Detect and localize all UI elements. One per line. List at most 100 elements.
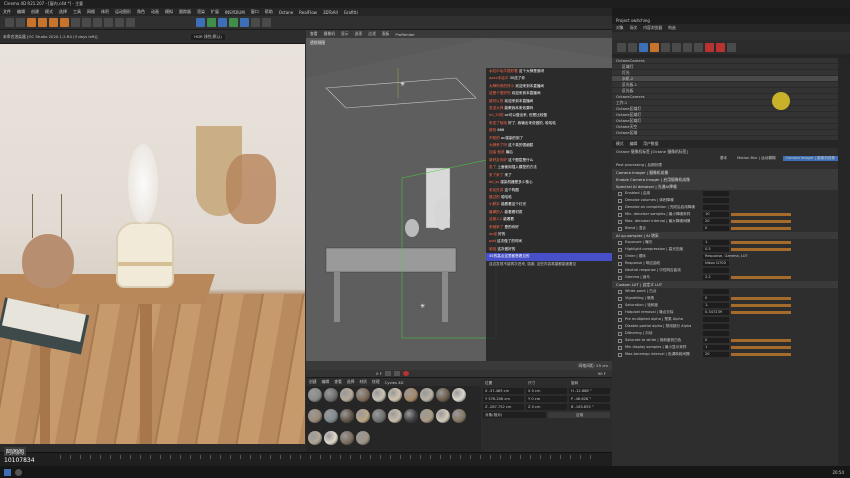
material-menu-item[interactable]: Cycles 4D (385, 380, 404, 385)
checkbox[interactable] (618, 303, 622, 308)
checkbox[interactable] (618, 247, 622, 252)
checkbox[interactable] (618, 205, 622, 210)
attribute-value[interactable]: 1. (703, 303, 729, 308)
coord-field[interactable]: Z -287.752 cm (483, 404, 524, 410)
attribute-slider[interactable] (731, 353, 791, 356)
material-swatch[interactable] (404, 409, 418, 424)
menu-item[interactable]: 扩展 (208, 9, 222, 15)
menu-item[interactable]: 网格 (84, 9, 98, 15)
z-axis-icon[interactable] (93, 18, 102, 27)
search-icon[interactable] (15, 468, 22, 476)
octane-camera-icon[interactable] (661, 42, 670, 52)
octane-texture-icon[interactable] (694, 42, 703, 52)
light-icon[interactable] (262, 18, 271, 27)
checkbox[interactable] (618, 352, 622, 357)
attribute-slider[interactable] (731, 276, 791, 279)
attribute-scrollbar[interactable] (838, 58, 850, 466)
viewport-menu-item[interactable]: 查看 (310, 31, 318, 37)
material-swatch[interactable] (388, 409, 402, 424)
checkbox[interactable] (618, 254, 622, 259)
menu-item[interactable]: 跟踪器 (176, 9, 194, 15)
octane-live-icon[interactable] (727, 42, 736, 52)
material-menu-item[interactable]: 纹理 (372, 379, 380, 385)
select-icon[interactable] (27, 18, 36, 27)
viewport-menu-item[interactable]: 摄像机 (324, 31, 335, 37)
cube-icon[interactable] (196, 18, 205, 27)
menu-item[interactable]: 选择 (56, 9, 70, 15)
coord-field[interactable]: X -37.489 cm (483, 388, 524, 394)
spline-icon[interactable] (207, 18, 216, 27)
material-swatch[interactable] (452, 409, 466, 424)
checkbox[interactable] (618, 338, 622, 343)
attribute-value[interactable]: Nikon D700 (703, 261, 729, 266)
menu-item[interactable]: 文件 (0, 9, 14, 15)
y-axis-icon[interactable] (82, 18, 91, 27)
coord-mode-select[interactable]: 对象(相对) (483, 412, 546, 418)
attribute-value[interactable] (703, 205, 729, 210)
attribute-value[interactable]: 0 (703, 226, 729, 231)
menu-item[interactable]: 渲染 (194, 9, 208, 15)
octane-material-icon[interactable] (650, 42, 659, 52)
material-swatch[interactable] (452, 388, 466, 402)
material-swatch[interactable] (340, 388, 354, 402)
attribute-section[interactable]: Spectral AI denoiser | 光谱AI降噪 (612, 183, 838, 190)
menu-item[interactable]: 工具 (70, 9, 84, 15)
attribute-section[interactable]: AI up-sampler | AI 增采 (612, 232, 838, 239)
material-swatch[interactable] (308, 388, 322, 402)
material-menu-item[interactable]: 编辑 (322, 379, 330, 385)
play-button[interactable] (384, 371, 391, 376)
menu-item[interactable]: 动画 (148, 9, 162, 15)
x-axis-icon[interactable] (71, 18, 80, 27)
attribute-value[interactable]: 0 (703, 338, 729, 343)
checkbox[interactable] (618, 289, 622, 294)
attribute-tab[interactable]: 模式 (616, 141, 624, 147)
menu-item[interactable]: 模式 (42, 9, 56, 15)
octane-render-icon[interactable] (617, 42, 626, 52)
menu-item[interactable]: 角色 (134, 9, 148, 15)
attribute-section[interactable]: Camera Imager | 摄像机成像 (612, 169, 838, 176)
coord-field[interactable]: Y 576.206 cm (483, 396, 524, 402)
material-swatch[interactable] (324, 409, 338, 424)
checkbox[interactable] (618, 275, 622, 280)
attribute-value[interactable]: 0 (703, 296, 729, 301)
record-button[interactable] (402, 371, 409, 376)
play-forward-button[interactable] (393, 371, 400, 376)
material-swatch[interactable] (308, 430, 322, 445)
right-panel-tab[interactable]: 内容浏览器 (643, 25, 662, 31)
menu-item[interactable]: Octane (276, 10, 296, 15)
coord-field[interactable]: Y 0 cm (526, 396, 567, 402)
checkbox[interactable] (618, 240, 622, 245)
attribute-subtab[interactable]: Camera Imager | 摄像机成像 (782, 156, 838, 161)
redo-icon[interactable] (16, 18, 25, 27)
attribute-value[interactable] (703, 317, 729, 322)
menu-item[interactable]: 体积 (98, 9, 112, 15)
octane-record-icon[interactable] (716, 42, 725, 52)
attribute-value[interactable]: 1 (703, 345, 729, 350)
coord-field[interactable]: P -46.628 ° (569, 396, 610, 402)
subdivision-icon[interactable] (218, 18, 227, 27)
attribute-slider[interactable] (731, 227, 791, 230)
object-row[interactable]: Octane区域 (612, 130, 838, 136)
attribute-section[interactable]: Custom LUT | 自定义 LUT (612, 281, 838, 288)
attribute-slider[interactable] (731, 213, 791, 216)
render-settings-icon[interactable] (126, 18, 135, 27)
checkbox[interactable] (618, 345, 622, 350)
checkbox[interactable] (618, 219, 622, 224)
checkbox[interactable] (618, 191, 622, 196)
material-swatch[interactable] (324, 430, 338, 445)
attribute-section[interactable]: Enable Camera Imager | 启用摄像机成像 (612, 176, 838, 183)
checkbox[interactable] (618, 198, 622, 203)
checkbox[interactable] (618, 324, 622, 329)
right-panel-tab[interactable]: 构造 (668, 25, 676, 31)
octane-settings-icon[interactable] (628, 42, 637, 52)
checkbox[interactable] (618, 331, 622, 336)
rotate-icon[interactable] (60, 18, 69, 27)
attribute-value[interactable] (703, 324, 729, 329)
coord-field[interactable]: B -163.855 ° (569, 404, 610, 410)
move-icon[interactable] (38, 18, 47, 27)
material-menu-item[interactable]: 查看 (334, 379, 342, 385)
menu-item[interactable]: 编辑 (14, 9, 28, 15)
attribute-slider[interactable] (731, 297, 791, 300)
menu-item[interactable]: 创建 (28, 9, 42, 15)
deformer-icon[interactable] (229, 18, 238, 27)
